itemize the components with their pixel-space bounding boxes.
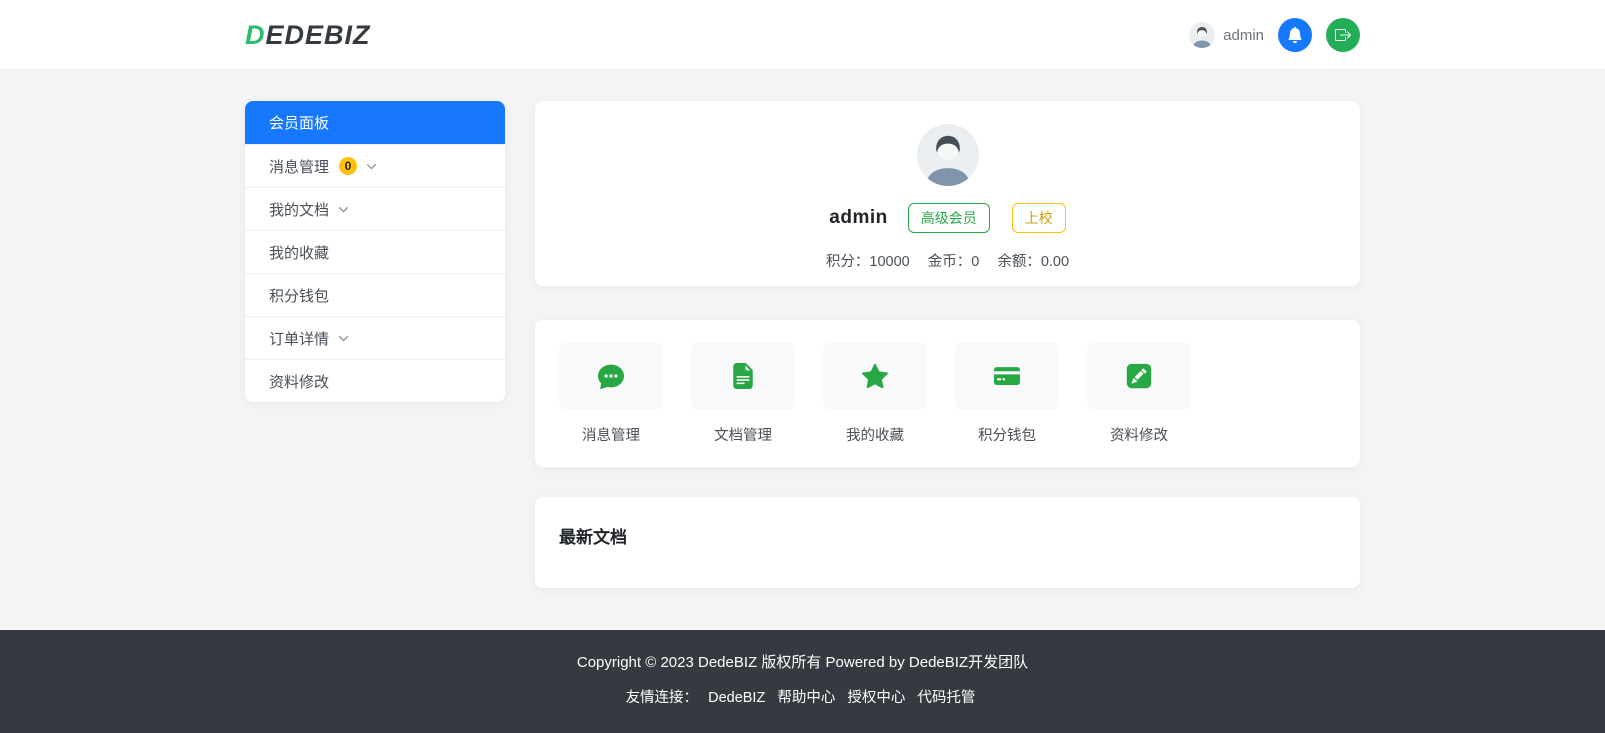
bell-icon — [1287, 27, 1303, 43]
friend-link-0[interactable]: DedeBIZ — [708, 690, 765, 706]
quick-action-tile — [1087, 342, 1191, 410]
stat: 积分：10000 — [826, 250, 910, 271]
chevron-down-icon — [338, 204, 349, 215]
quick-action-tile — [691, 342, 795, 410]
chevron-down-icon — [338, 333, 349, 344]
sidebar-menu: 会员面板 消息管理 0 我的文档 我的收藏 积分钱包 订单详情 资料修改 — [245, 101, 505, 402]
latest-docs-card: 最新文档 — [535, 497, 1360, 588]
profile-card: admin 高级会员 上校 积分：10000 金币：0 余额：0.00 — [535, 101, 1360, 286]
quick-action-tile — [955, 342, 1059, 410]
logo[interactable]: DEDEBIZ — [245, 20, 371, 51]
count-badge: 0 — [339, 157, 358, 175]
edit-icon — [1126, 363, 1152, 389]
sidebar-item-label: 我的文档 — [269, 201, 330, 219]
logout-icon — [1335, 27, 1351, 43]
friend-link-1[interactable]: 帮助中心 — [777, 690, 835, 706]
copyright-text: Copyright © 2023 DedeBIZ 版权所有 Powered by… — [576, 654, 1029, 671]
sidebar-item-wallet[interactable]: 积分钱包 — [245, 273, 505, 316]
friend-link-2[interactable]: 授权中心 — [847, 690, 905, 706]
friend-links-label: 友情连接： — [625, 690, 699, 706]
quick-action-label: 资料修改 — [1110, 428, 1168, 444]
quick-action-tile — [559, 342, 663, 410]
quick-action-messages[interactable]: 消息管理 — [559, 342, 663, 445]
profile-name-row: admin 高级会员 上校 — [829, 203, 1066, 233]
quick-action-label: 消息管理 — [582, 428, 640, 444]
quick-actions-card: 消息管理 文档管理 我的收藏 积分钱包 资料修改 — [535, 320, 1360, 467]
main-column: admin 高级会员 上校 积分：10000 金币：0 余额：0.00 消息管理… — [535, 101, 1360, 588]
rank-badge: 上校 — [1011, 203, 1066, 233]
sidebar-item-dashboard[interactable]: 会员面板 — [245, 101, 505, 144]
stat: 金币：0 — [928, 250, 980, 271]
sidebar-item-label: 我的收藏 — [269, 244, 330, 262]
sidebar-item-label: 资料修改 — [269, 373, 330, 391]
header-username: admin — [1223, 26, 1264, 44]
stat-value: 0 — [971, 254, 980, 270]
logout-button[interactable] — [1326, 18, 1360, 52]
star-icon — [862, 363, 888, 389]
friend-links-list: DedeBIZ 帮助中心 授权中心 代码托管 — [700, 690, 979, 706]
chevron-down-icon — [366, 161, 377, 172]
sidebar-item-orders[interactable]: 订单详情 — [245, 316, 505, 359]
user-cluster: admin — [1189, 18, 1360, 52]
document-icon — [730, 363, 756, 389]
avatar — [1189, 22, 1215, 48]
quick-action-label: 积分钱包 — [978, 428, 1036, 444]
stat-label: 积分： — [825, 254, 870, 270]
top-bar: DEDEBIZ admin — [0, 0, 1605, 70]
sidebar-item-favorites[interactable]: 我的收藏 — [245, 230, 505, 273]
sidebar-item-label: 消息管理 — [269, 158, 330, 176]
quick-action-tile — [823, 342, 927, 410]
quick-action-documents[interactable]: 文档管理 — [691, 342, 795, 445]
profile-avatar — [917, 124, 979, 186]
stat: 余额：0.00 — [997, 250, 1069, 271]
latest-docs-title: 最新文档 — [559, 528, 627, 547]
rank-badge: 高级会员 — [907, 203, 990, 233]
sidebar-item-label: 订单详情 — [269, 330, 330, 348]
quick-action-favorites[interactable]: 我的收藏 — [823, 342, 927, 445]
quick-action-label: 我的收藏 — [846, 428, 904, 444]
stat-label: 余额： — [997, 254, 1041, 270]
friend-link-3[interactable]: 代码托管 — [917, 690, 975, 706]
friend-links: 友情连接： DedeBIZ 帮助中心 授权中心 代码托管 — [0, 686, 1605, 707]
profile-username: admin — [829, 207, 888, 228]
logo-letter-d: D — [245, 19, 266, 50]
logo-text: EDEBIZ — [265, 19, 371, 50]
stat-label: 金币： — [927, 254, 972, 270]
stat-value: 0.00 — [1040, 254, 1070, 270]
content: 会员面板 消息管理 0 我的文档 我的收藏 积分钱包 订单详情 资料修改 adm… — [245, 70, 1360, 588]
chat-icon — [598, 363, 624, 389]
sidebar-item-label: 会员面板 — [269, 115, 330, 132]
sidebar-item-documents[interactable]: 我的文档 — [245, 187, 505, 230]
quick-action-label: 文档管理 — [714, 428, 772, 444]
sidebar-item-profile[interactable]: 资料修改 — [245, 359, 505, 402]
sidebar-item-messages[interactable]: 消息管理 0 — [245, 144, 505, 187]
sidebar-item-label: 积分钱包 — [269, 287, 330, 305]
profile-stats: 积分：10000 金币：0 余额：0.00 — [826, 250, 1069, 271]
notifications-button[interactable] — [1278, 18, 1312, 52]
credit-card-icon — [994, 363, 1020, 389]
quick-action-wallet[interactable]: 积分钱包 — [955, 342, 1059, 445]
stat-value: 10000 — [869, 254, 910, 270]
user-chip[interactable]: admin — [1189, 22, 1264, 48]
profile-badges: 高级会员 上校 — [907, 203, 1066, 233]
quick-action-profile[interactable]: 资料修改 — [1087, 342, 1191, 445]
footer: Copyright © 2023 DedeBIZ 版权所有 Powered by… — [0, 630, 1605, 733]
